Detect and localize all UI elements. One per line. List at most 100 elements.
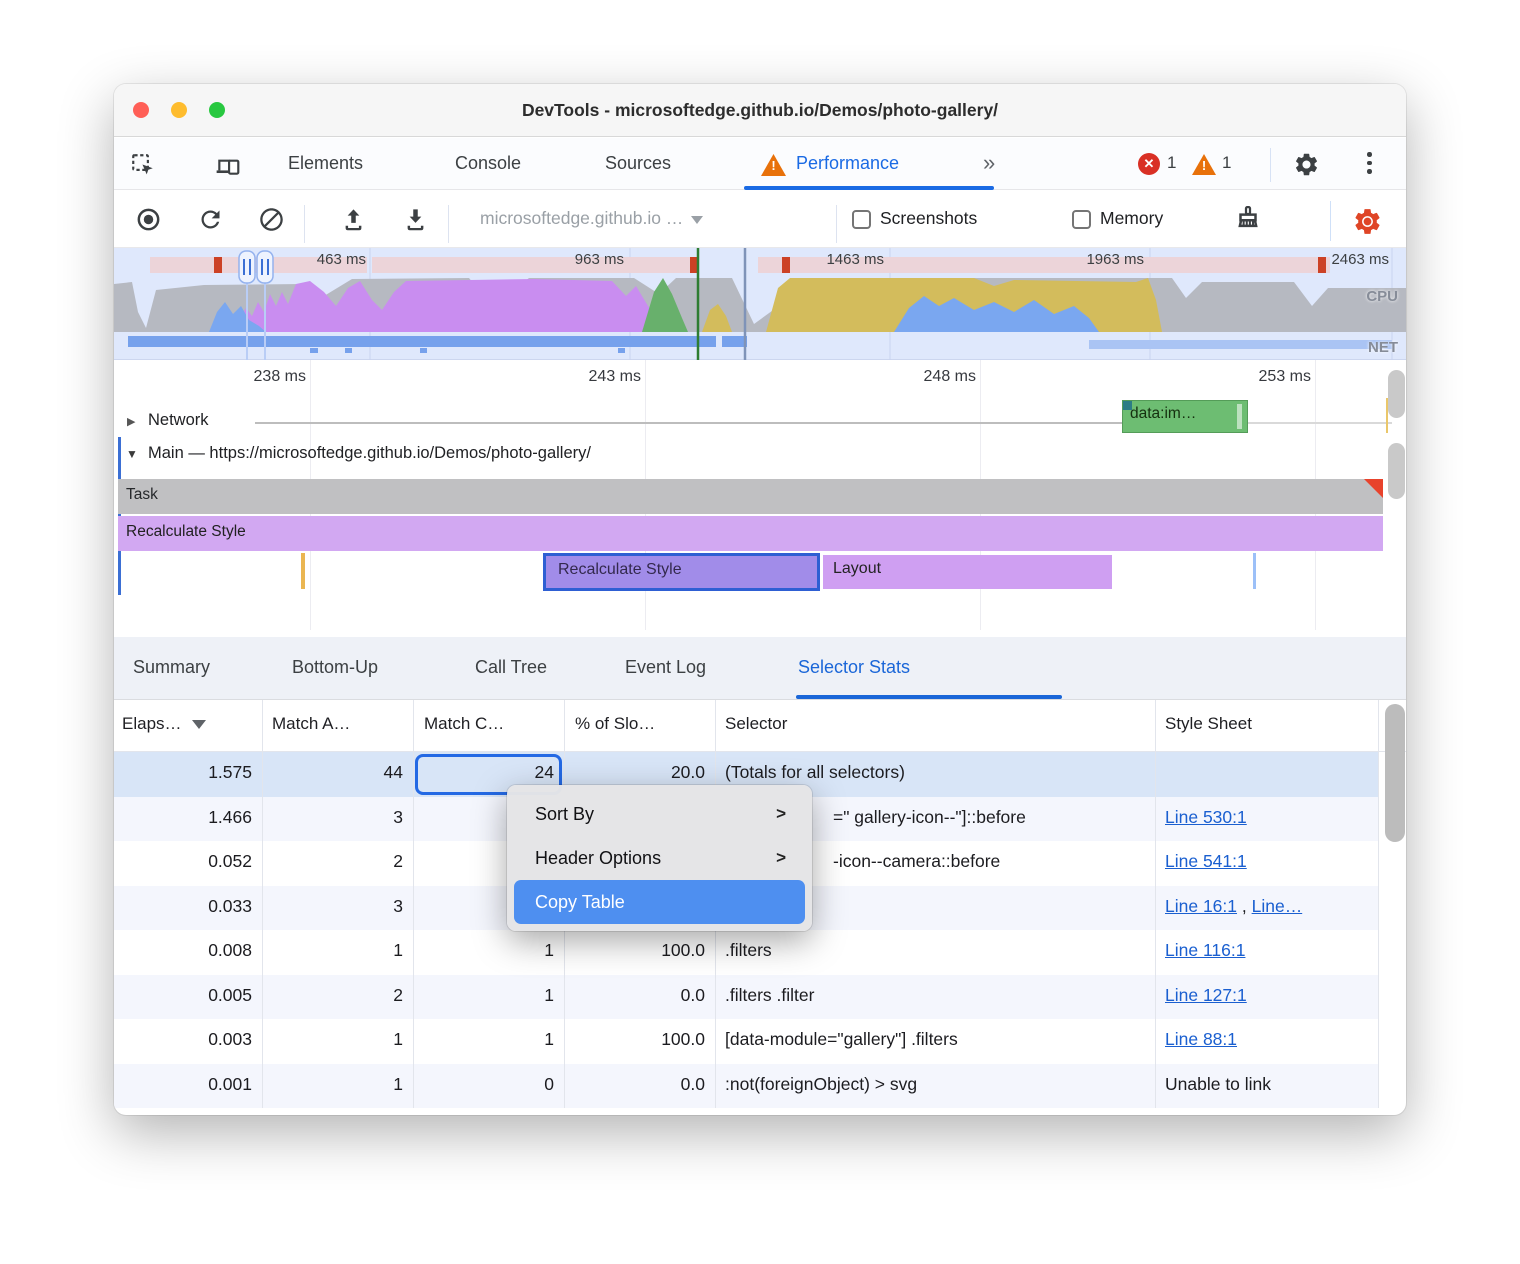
tab-elements[interactable]: Elements (288, 138, 363, 190)
table-row[interactable]: 0.001 1 0 0.0 :not(foreignObject) > svg … (114, 1064, 1378, 1109)
screenshots-label[interactable]: Screenshots (880, 208, 977, 229)
overview-tick-1963: 1963 ms (1054, 251, 1144, 268)
header-match-attempts[interactable]: Match A… (272, 714, 350, 734)
tab-sources[interactable]: Sources (605, 138, 671, 190)
flame-scrollbar-thumb[interactable] (1388, 443, 1405, 499)
cell-selector: .filters .filter (725, 985, 1149, 1006)
stylesheet-link[interactable]: Line 530:1 (1165, 807, 1247, 827)
cell-elapsed: 0.003 (118, 1029, 252, 1050)
devtools-window: DevTools - microsoftedge.github.io/Demos… (114, 84, 1406, 1115)
capture-settings-gear-icon[interactable] (1352, 206, 1383, 237)
cell-selector: [data-module="gallery"] .filters (725, 1029, 1149, 1050)
table-row[interactable]: 0.003 1 1 100.0 [data-module="gallery"] … (114, 1019, 1378, 1064)
warning-count-icon[interactable] (1192, 154, 1216, 175)
cell-selector: .filters (725, 940, 1149, 961)
more-tabs-chevron-icon[interactable]: » (983, 138, 992, 190)
menu-item-sort-by[interactable]: Sort By > (507, 792, 812, 836)
devtools-tab-bar: Elements Console Sources Performance » ✕… (114, 138, 1406, 190)
main-disclosure-icon[interactable]: ▼ (126, 447, 138, 461)
collect-garbage-icon[interactable] (1233, 204, 1263, 234)
profile-select[interactable]: microsoftedge.github.io … (480, 208, 703, 229)
tab-summary[interactable]: Summary (133, 637, 210, 700)
divider (836, 205, 837, 243)
timeline-overview[interactable]: 463 ms 963 ms 1463 ms 1963 ms 2463 ms CP… (114, 248, 1406, 360)
cell-selector: =" gallery-icon--"]::before (833, 807, 1149, 828)
tab-event-log[interactable]: Event Log (625, 637, 706, 700)
network-disclosure-icon[interactable]: ▶ (127, 415, 135, 428)
task-event-bar[interactable]: Task (118, 479, 1383, 514)
cell-attempts: 1 (262, 1029, 403, 1050)
network-track-line (1248, 422, 1392, 424)
network-track-label[interactable]: Network (148, 411, 209, 430)
header-match-count[interactable]: Match C… (424, 714, 504, 734)
cell-elapsed: 0.008 (118, 940, 252, 961)
task-label: Task (126, 486, 158, 504)
screenshots-checkbox[interactable] (852, 210, 871, 229)
stylesheet-link[interactable]: Line 116:1 (1165, 940, 1245, 960)
selected-recalculate-style-event[interactable]: Recalculate Style (543, 553, 820, 591)
active-detail-tab-underline (796, 695, 1062, 699)
request-tail (1237, 404, 1242, 429)
recalculate-style-bar[interactable]: Recalculate Style (118, 516, 1383, 551)
stylesheet-link[interactable]: Line 541:1 (1165, 851, 1247, 871)
table-row[interactable]: 0.008 1 1 100.0 .filters Line 116:1 (114, 930, 1378, 975)
inspect-element-icon[interactable] (130, 152, 156, 178)
cell-elapsed: 1.575 (118, 762, 252, 783)
column-divider[interactable] (262, 700, 263, 1108)
settings-gear-icon[interactable] (1293, 151, 1320, 178)
memory-label[interactable]: Memory (1100, 208, 1163, 229)
error-count-icon[interactable]: ✕ (1138, 153, 1160, 175)
cell-elapsed: 1.466 (118, 807, 252, 828)
main-track-label[interactable]: Main — https://microsoftedge.github.io/D… (148, 444, 591, 463)
ruler-tick-253: 253 ms (1221, 368, 1311, 386)
stylesheet-link[interactable]: Line 88:1 (1165, 1029, 1237, 1049)
title-bar: DevTools - microsoftedge.github.io/Demos… (114, 84, 1406, 137)
event-tick-yellow[interactable] (301, 553, 305, 589)
header-pct-slow[interactable]: % of Slo… (575, 714, 655, 734)
clear-recording-icon[interactable] (258, 206, 285, 233)
flame-scrollbar-thumb[interactable] (1388, 370, 1405, 418)
event-tick-blue[interactable] (1253, 553, 1256, 589)
detail-tab-bar: Summary Bottom-Up Call Tree Event Log Se… (114, 637, 1406, 700)
menu-item-copy-table[interactable]: Copy Table (514, 880, 805, 924)
cell-attempts: 44 (262, 762, 403, 783)
flame-chart[interactable]: 238 ms 243 ms 248 ms 253 ms ▶ Network da… (114, 360, 1406, 637)
layout-event-bar[interactable]: Layout (823, 555, 1112, 589)
cell-elapsed: 0.005 (118, 985, 252, 1006)
load-profile-icon[interactable] (340, 206, 367, 233)
cell-selector: :not(foreignObject) > svg (725, 1074, 1149, 1095)
header-selector[interactable]: Selector (725, 714, 787, 734)
selected-event-label: Recalculate Style (558, 561, 682, 579)
more-options-kebab-icon[interactable] (1367, 152, 1372, 174)
save-profile-icon[interactable] (402, 206, 429, 233)
header-elapsed[interactable]: Elaps… (122, 714, 206, 734)
cell-selector: -icon--camera::before (833, 851, 1149, 872)
error-count[interactable]: 1 (1167, 153, 1176, 173)
cell-attempts: 3 (262, 807, 403, 828)
stylesheet-link-truncated[interactable]: Line… (1252, 896, 1303, 916)
warning-count[interactable]: 1 (1222, 153, 1231, 173)
table-scrollbar-thumb[interactable] (1385, 704, 1405, 842)
column-divider[interactable] (413, 700, 414, 1108)
record-icon[interactable] (135, 206, 162, 233)
memory-checkbox[interactable] (1072, 210, 1091, 229)
tab-selector-stats[interactable]: Selector Stats (798, 637, 910, 700)
column-divider (1378, 700, 1379, 1108)
tab-bottom-up[interactable]: Bottom-Up (292, 637, 378, 700)
tab-call-tree[interactable]: Call Tree (475, 637, 547, 700)
tab-console[interactable]: Console (455, 138, 521, 190)
device-toolbar-icon[interactable] (214, 152, 242, 178)
tab-performance[interactable]: Performance (796, 138, 899, 190)
stylesheet-link[interactable]: Line 127:1 (1165, 985, 1247, 1005)
cell-elapsed: 0.001 (118, 1074, 252, 1095)
net-track-label: NET (1368, 339, 1398, 356)
stylesheet-link[interactable]: Line 16:1 (1165, 896, 1237, 916)
ruler-tick-243: 243 ms (551, 368, 641, 386)
table-row[interactable]: 0.005 2 1 0.0 .filters .filter Line 127:… (114, 975, 1378, 1020)
reload-and-record-icon[interactable] (197, 206, 224, 233)
column-divider[interactable] (1155, 700, 1156, 1108)
chevron-down-icon (691, 216, 703, 224)
header-style-sheet[interactable]: Style Sheet (1165, 714, 1252, 734)
menu-item-header-options[interactable]: Header Options > (507, 836, 812, 880)
network-request-bar[interactable]: data:im… (1122, 400, 1248, 433)
